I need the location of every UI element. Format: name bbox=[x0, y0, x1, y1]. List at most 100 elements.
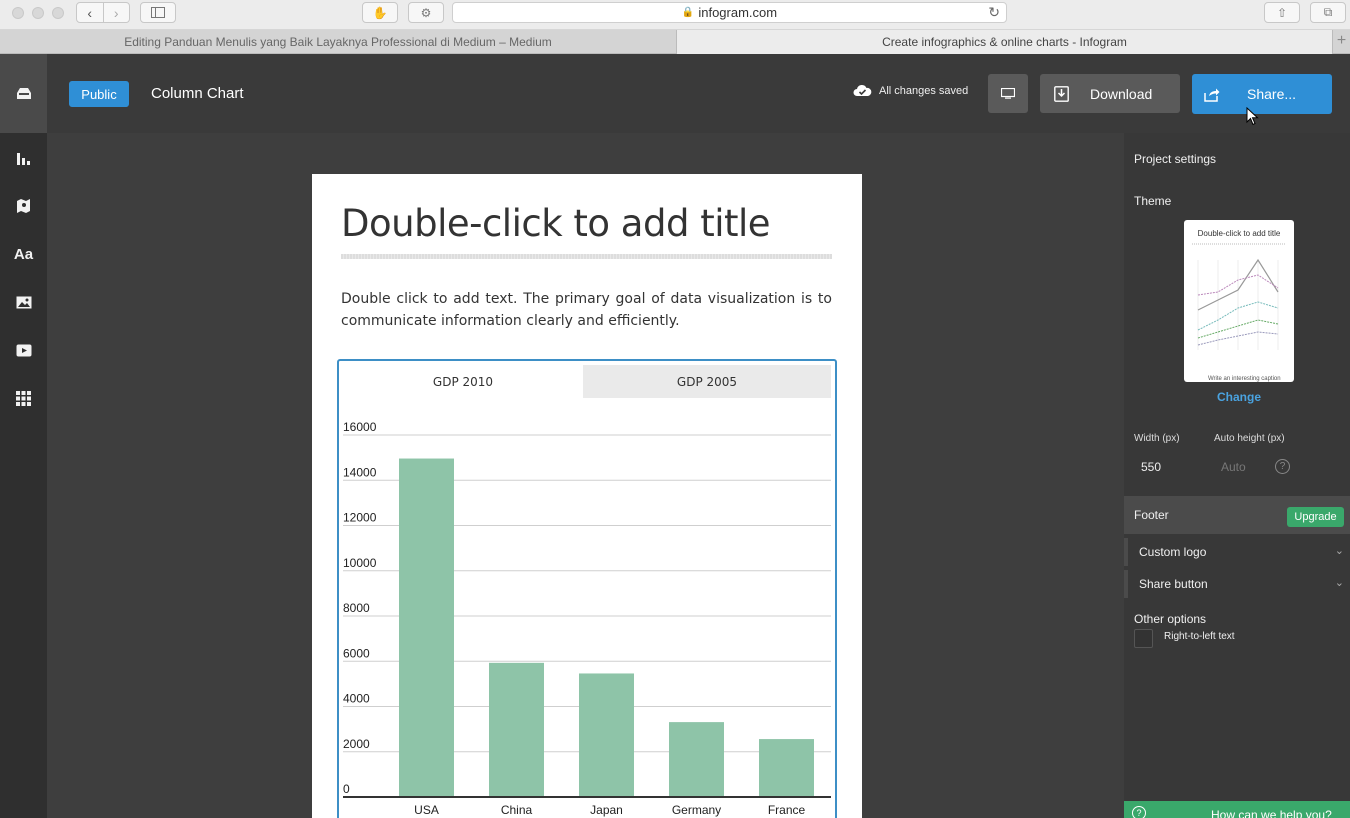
y-tick-label: 4000 bbox=[343, 692, 370, 706]
infographic-title[interactable]: Double-click to add title bbox=[341, 202, 771, 245]
share-page-icon: ⇧ bbox=[1276, 5, 1288, 20]
text-icon: Aa bbox=[13, 245, 34, 263]
sidebar-item-projects[interactable] bbox=[0, 54, 47, 133]
hand-icon: ✋ bbox=[372, 5, 388, 20]
y-tick-label: 16000 bbox=[343, 420, 377, 434]
project-title[interactable]: Column Chart bbox=[151, 85, 244, 102]
theme-preview[interactable]: Double-click to add title Write an inter… bbox=[1184, 220, 1294, 382]
bar-china bbox=[489, 662, 544, 797]
inbox-icon bbox=[16, 88, 31, 99]
title-divider bbox=[341, 254, 832, 259]
tab-overview-button[interactable]: ⧉ bbox=[1310, 2, 1346, 23]
public-badge[interactable]: Public bbox=[69, 81, 129, 107]
address-bar[interactable]: 🔒 infogram.com ↻ bbox=[452, 2, 1007, 23]
history-nav: ‹ › bbox=[76, 2, 130, 23]
share-button-item[interactable]: Share button ⌄ bbox=[1124, 570, 1350, 598]
forward-arrow-icon[interactable]: › bbox=[102, 3, 130, 22]
video-icon bbox=[16, 344, 31, 356]
download-button[interactable]: Download bbox=[1040, 74, 1180, 113]
extension-button-2[interactable]: ⚙ bbox=[408, 2, 444, 23]
x-tick-label: France bbox=[768, 803, 806, 817]
browser-tabs: Editing Panduan Menulis yang Baik Layakn… bbox=[0, 30, 1350, 54]
new-tab-button[interactable]: + bbox=[1332, 30, 1350, 54]
x-tick-label: USA bbox=[414, 803, 439, 817]
lock-icon: 🔒 bbox=[681, 7, 695, 18]
question-icon: ? bbox=[1132, 806, 1146, 818]
tab-gdp-2010[interactable]: GDP 2010 bbox=[343, 365, 583, 398]
infographic-body-text[interactable]: Double click to add text. The primary go… bbox=[341, 288, 832, 332]
help-icon[interactable]: ? bbox=[1275, 459, 1290, 474]
help-label: How can we help you? bbox=[1211, 808, 1332, 818]
sidebar-item-video[interactable] bbox=[0, 338, 47, 362]
upgrade-button[interactable]: Upgrade bbox=[1287, 507, 1344, 527]
bar-france bbox=[759, 739, 814, 797]
chart-tabs: GDP 2010 GDP 2005 bbox=[343, 365, 831, 398]
column-chart: 0 2000 4000 6000 8000 10000 12000 14000 16000 USA… bbox=[343, 420, 831, 817]
preview-button[interactable] bbox=[988, 74, 1028, 113]
mouse-cursor-icon bbox=[1246, 107, 1259, 126]
project-settings-heading: Project settings bbox=[1134, 152, 1217, 166]
share-label: Share... bbox=[1247, 86, 1297, 102]
other-options-heading: Other options bbox=[1134, 612, 1207, 626]
minimize-window-button[interactable] bbox=[32, 7, 44, 19]
save-status-text: All changes saved bbox=[879, 84, 969, 97]
bar-japan bbox=[579, 673, 634, 797]
theme-preview-caption: Write an interesting caption bbox=[1208, 376, 1281, 382]
change-theme-link[interactable]: Change bbox=[1184, 390, 1294, 404]
footer-section-header[interactable]: Footer Upgrade bbox=[1124, 496, 1350, 534]
infographic-card: Double-click to add title Double click t… bbox=[312, 174, 862, 818]
chevron-down-icon: ⌄ bbox=[1334, 545, 1344, 557]
sidebar-toggle-icon bbox=[151, 7, 165, 18]
custom-logo-item[interactable]: Custom logo ⌄ bbox=[1124, 538, 1350, 566]
y-tick-label: 0 bbox=[343, 782, 350, 796]
tabs-icon: ⧉ bbox=[1323, 5, 1333, 19]
zoom-window-button[interactable] bbox=[52, 7, 64, 19]
sidebar-item-images[interactable] bbox=[0, 290, 47, 314]
y-tick-label: 12000 bbox=[343, 511, 377, 525]
bar-germany bbox=[669, 722, 724, 797]
custom-logo-label: Custom logo bbox=[1139, 545, 1207, 559]
tab-infogram[interactable]: Create infographics & online charts - In… bbox=[676, 30, 1332, 54]
sidebar-item-maps[interactable] bbox=[0, 194, 47, 218]
save-status: All changes saved bbox=[853, 84, 968, 97]
y-tick-label: 10000 bbox=[343, 556, 377, 570]
reload-icon[interactable]: ↻ bbox=[988, 4, 1000, 21]
y-tick-label: 8000 bbox=[343, 601, 370, 615]
left-sidebar: Aa bbox=[0, 54, 47, 818]
chevron-down-icon: ⌄ bbox=[1334, 577, 1344, 589]
sidebar-item-graphics[interactable] bbox=[0, 386, 47, 410]
right-settings-panel: Project settings Theme Double-click to a… bbox=[1124, 133, 1350, 818]
y-tick-label: 6000 bbox=[343, 646, 370, 660]
sidebar-toggle-button[interactable] bbox=[140, 2, 176, 23]
help-widget[interactable]: ? How can we help you? bbox=[1124, 801, 1350, 818]
theme-preview-image: Double-click to add title Write an inter… bbox=[1192, 229, 1286, 382]
footer-heading: Footer bbox=[1134, 508, 1169, 522]
rtl-label: Right-to-left text bbox=[1164, 631, 1235, 642]
theme-heading: Theme bbox=[1134, 194, 1172, 208]
sidebar-item-charts[interactable] bbox=[0, 146, 47, 170]
sidebar-item-text[interactable]: Aa bbox=[0, 242, 47, 266]
extension-button[interactable]: ✋ bbox=[362, 2, 398, 23]
back-arrow-icon[interactable]: ‹ bbox=[77, 3, 103, 22]
download-icon bbox=[1054, 85, 1069, 102]
x-tick-label: Germany bbox=[672, 803, 721, 817]
bar-chart-icon bbox=[17, 152, 30, 165]
width-input[interactable]: 550 bbox=[1141, 460, 1161, 474]
editor-topbar: Public Column Chart All changes saved Do… bbox=[47, 54, 1350, 133]
share-button-label: Share button bbox=[1139, 577, 1208, 591]
tab-medium[interactable]: Editing Panduan Menulis yang Baik Layakn… bbox=[0, 30, 676, 54]
download-label: Download bbox=[1090, 85, 1153, 102]
rtl-checkbox[interactable] bbox=[1134, 629, 1153, 648]
share-page-button[interactable]: ⇧ bbox=[1264, 2, 1300, 23]
share-button[interactable]: Share... bbox=[1192, 74, 1332, 114]
y-tick-label: 14000 bbox=[343, 465, 377, 479]
close-window-button[interactable] bbox=[12, 7, 24, 19]
width-label: Width (px) bbox=[1134, 433, 1180, 444]
height-input[interactable]: Auto bbox=[1221, 460, 1246, 474]
gear-icon: ⚙ bbox=[420, 5, 432, 20]
map-pin-icon bbox=[17, 199, 30, 213]
tab-gdp-2005[interactable]: GDP 2005 bbox=[583, 365, 831, 398]
monitor-icon bbox=[1001, 88, 1015, 99]
chart-container[interactable]: GDP 2010 GDP 2005 0 2000 4000 6000 8000 10000… bbox=[337, 359, 837, 818]
y-tick-label: 2000 bbox=[343, 737, 370, 751]
